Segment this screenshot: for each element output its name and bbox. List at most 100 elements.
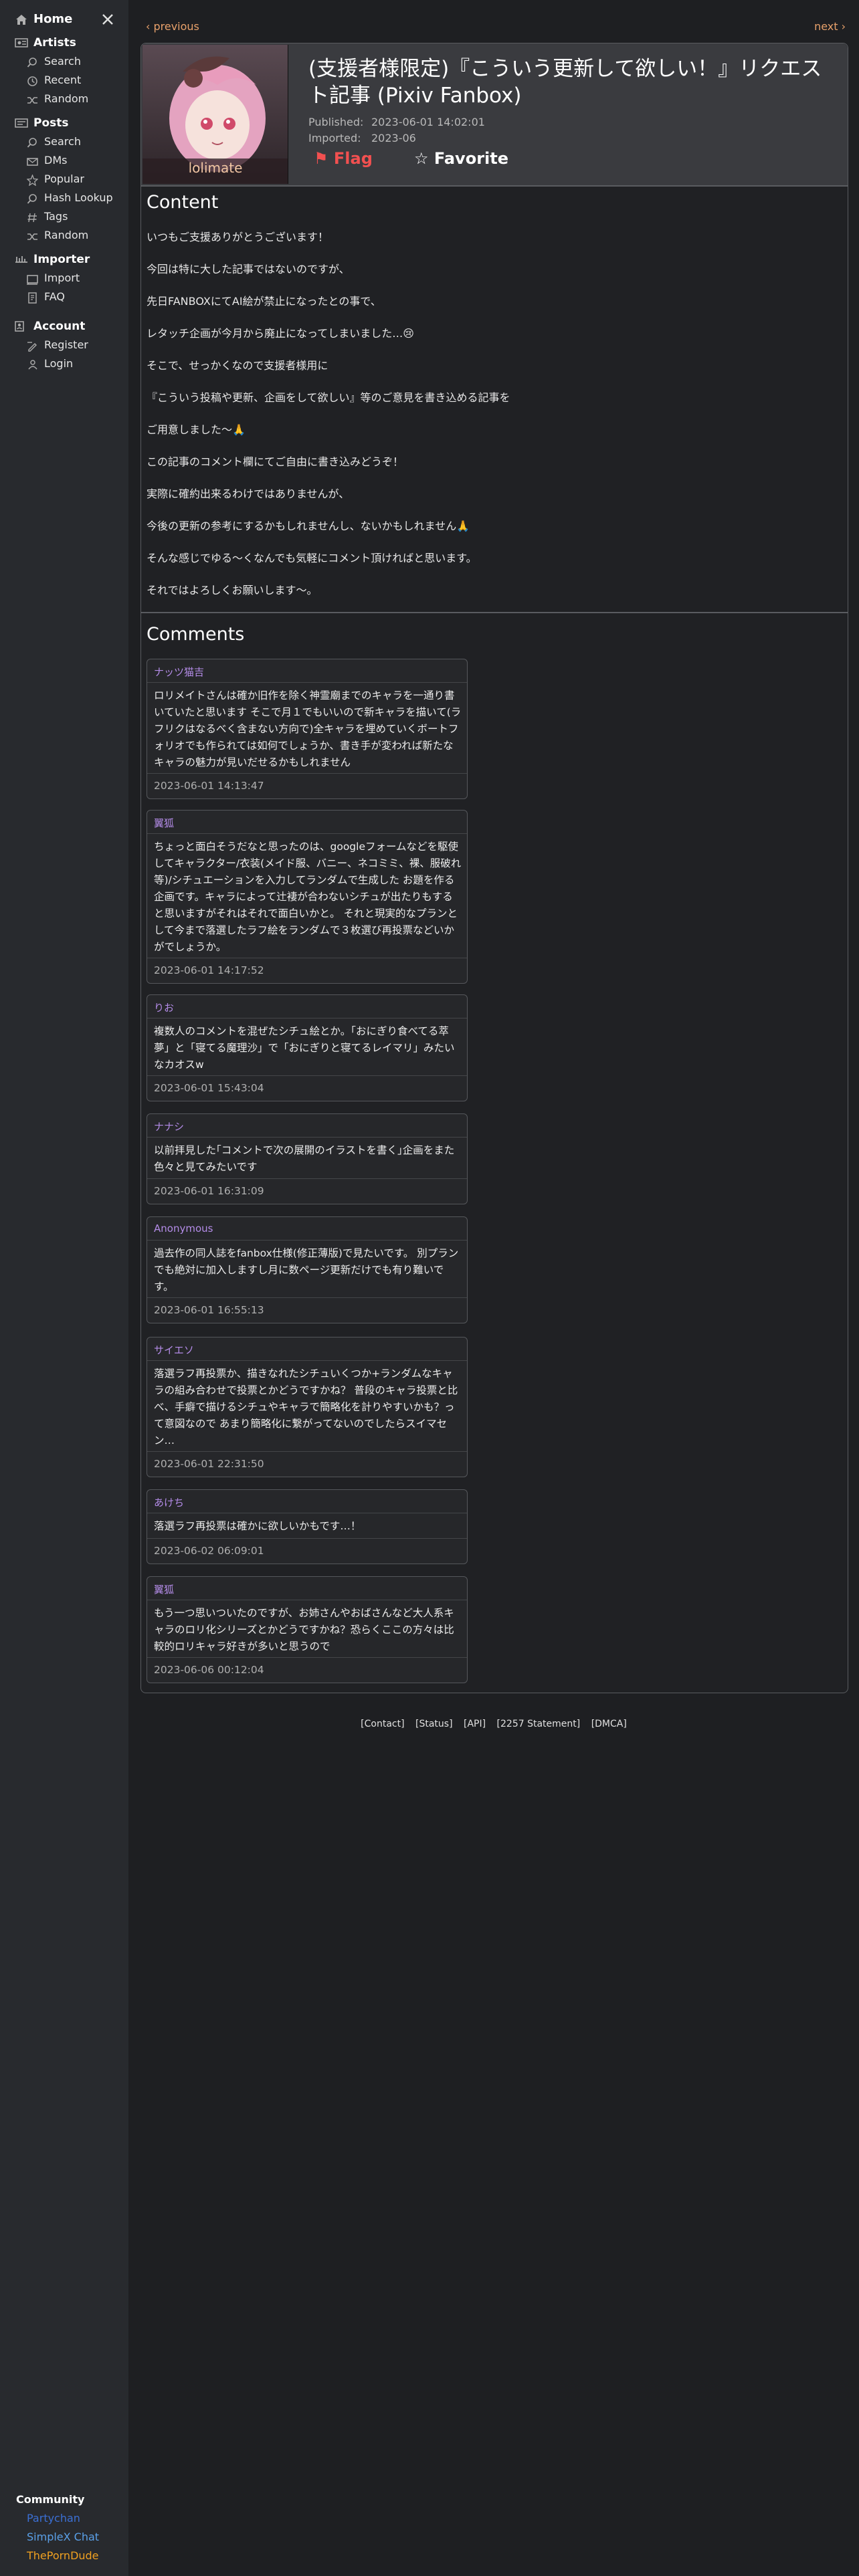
comment-date: 2023-06-01 16:31:09 (154, 1185, 264, 1197)
sidebar-item-posts-dms[interactable]: DMs (27, 154, 120, 170)
login-icon (28, 360, 37, 370)
comment-date: 2023-06-01 14:13:47 (154, 780, 264, 792)
register-icon (27, 342, 37, 352)
artist-avatar[interactable]: lolimate (142, 45, 288, 184)
search-icon (27, 194, 37, 204)
close-icon[interactable] (100, 12, 115, 27)
comment-divider (147, 1451, 467, 1452)
comment-body: ロリメイトさんは確か旧作を除く神霊廟までのキャラを一通り書いていたと思います そ… (154, 689, 462, 768)
content-paragraph: そこで、せっかくなので支援者様用に (147, 359, 328, 372)
comment-divider (147, 833, 467, 834)
sidebar-item-label: Import (44, 272, 80, 284)
comment-author[interactable]: 翼狐 (154, 816, 174, 830)
search-icon (27, 138, 37, 148)
favorite-button[interactable]: ☆ Favorite (414, 149, 508, 168)
comment-author[interactable]: Anonymous (154, 1222, 213, 1235)
sidebar-item-importer-faq[interactable]: FAQ (27, 290, 120, 306)
sidebar-section-importer-label: Importer (33, 253, 90, 266)
sidebar-item-label: Random (44, 92, 89, 105)
comment-author[interactable]: あけち (154, 1495, 184, 1509)
posts-icon (15, 118, 28, 128)
sidebar-item-account-login[interactable]: Login (27, 357, 120, 373)
content-paragraph: 『こういう投稿や更新、企画をして欲しい』等のご意見を書き込める記事を (147, 391, 510, 404)
sidebar-section-artists-label: Artists (33, 36, 76, 49)
importer-icon (15, 256, 27, 263)
imported-label: Imported: (308, 132, 361, 144)
content-paragraph: 先日FANBOXにてAI絵が禁止になったとの事で、 (147, 295, 381, 308)
comment-date: 2023-06-01 16:55:13 (154, 1304, 264, 1316)
sidebar-item-label: DMs (44, 154, 68, 167)
published-row: Published: 2023-06-01 14:02:01 (308, 116, 485, 128)
imported-value: 2023-06 (371, 132, 416, 144)
comment-divider (147, 1657, 467, 1658)
footer-contact-link[interactable]: [Contact] (361, 1719, 404, 1729)
comment-divider (147, 1240, 467, 1241)
footer-2257-link[interactable]: [2257 Statement] (497, 1719, 581, 1729)
sidebar-item-label: FAQ (44, 290, 65, 303)
popular-icon (27, 175, 38, 186)
comment-author[interactable]: りお (154, 1000, 174, 1014)
sidebar-item-posts-popular[interactable]: Popular (27, 173, 120, 189)
comment-body: ちょっと面白そうだなと思ったのは、googleフォームなどを駆使してキャラクター… (154, 841, 462, 953)
comment-author[interactable]: サイエソ (154, 1343, 194, 1357)
dms-icon (27, 158, 38, 166)
comment-divider (147, 1360, 467, 1361)
footer-dmca-link[interactable]: [DMCA] (591, 1719, 627, 1729)
footer-api-link[interactable]: [API] (464, 1719, 486, 1729)
sidebar-item-artists-recent[interactable]: Recent (27, 74, 120, 90)
sidebar-item-label: Popular (44, 173, 84, 185)
comment-author[interactable]: ナナシ (154, 1119, 184, 1134)
sidebar-item-importer-import[interactable]: Import (27, 272, 120, 288)
account-icon (15, 321, 24, 332)
content-paragraph: いつもご支援ありがとうございます！ (147, 231, 329, 243)
sidebar-item-artists-search[interactable]: Search (27, 55, 120, 71)
sidebar-item-posts-tags[interactable]: Tags (27, 210, 120, 226)
sidebar-item-label: Register (44, 338, 88, 351)
sidebar-item-label: Login (44, 357, 74, 370)
imported-row: Imported: 2023-06 (308, 132, 416, 144)
flag-button[interactable]: ⚑ Flag (314, 149, 373, 168)
recent-icon (27, 76, 37, 86)
community-heading: Community (16, 2493, 85, 2506)
content-paragraph: この記事のコメント欄にてご自由に書き込みどうぞ！ (147, 455, 404, 468)
comment: サイエソ 落選ラフ再投票か、描きなれたシチュいくつか+ランダムなキャラの組み合わ… (147, 1337, 468, 1477)
community-link-simplex[interactable]: SimpleX Chat (27, 2531, 99, 2543)
artists-icon (15, 38, 28, 47)
random-icon (27, 233, 37, 240)
comment: りお 複数人のコメントを混ぜたシチュ絵とか。「おにぎり食べてる萃夢」と「寝てる魔… (147, 994, 468, 1101)
next-link[interactable]: next › (814, 20, 846, 33)
comment: ナッツ猫吉 ロリメイトさんは確か旧作を除く神霊廟までのキャラを一通り書いていたと… (147, 659, 468, 799)
sidebar-section-posts-label: Posts (33, 116, 69, 130)
comment: あけち 落選ラフ再投票は確かに欲しいかもです…！ 2023-06-02 06:0… (147, 1489, 468, 1564)
content-paragraph: 実際に確約出来るわけではありませんが、 (147, 488, 350, 500)
published-label: Published: (308, 116, 364, 128)
sidebar-item-posts-hash-lookup[interactable]: Hash Lookup (27, 191, 120, 207)
artist-name[interactable]: lolimate (142, 160, 288, 176)
sidebar-item-label: Recent (44, 74, 82, 86)
community-link-theporndude[interactable]: ThePornDude (27, 2549, 99, 2562)
comment-divider (147, 1075, 467, 1076)
comment-divider (147, 1178, 467, 1179)
comment-divider (147, 1538, 467, 1539)
content-heading: Content (147, 192, 219, 213)
sidebar-item-account-register[interactable]: Register (27, 338, 120, 354)
sidebar-item-posts-random[interactable]: Random (27, 229, 120, 245)
sidebar-item-posts-search[interactable]: Search (27, 135, 120, 151)
comment-divider (147, 773, 467, 774)
community-link-partychan[interactable]: Partychan (27, 2512, 80, 2525)
sidebar-section-account-label: Account (33, 320, 86, 333)
sidebar: Home Artists Search Recent Random Posts … (0, 0, 128, 2576)
footer-status-link[interactable]: [Status] (415, 1719, 453, 1729)
sidebar-item-artists-random[interactable]: Random (27, 92, 120, 108)
home-icon (16, 15, 27, 25)
comment-author[interactable]: ナッツ猫吉 (154, 665, 204, 679)
comment-body: 落選ラフ再投票か、描きなれたシチュいくつか+ランダムなキャラの組み合わせで投票と… (154, 1368, 458, 1446)
content-paragraph: それではよろしくお願いします〜。 (147, 584, 318, 597)
previous-link[interactable]: ‹ previous (146, 20, 199, 33)
comment-author[interactable]: 翼狐 (154, 1582, 174, 1596)
main-content: ‹ previous next › lolimate (支援者様限定)『こういう… (128, 0, 859, 2576)
tag-icon (27, 213, 37, 223)
comment: Anonymous 過去作の同人誌をfanbox仕様(修正薄版)で見たいです。 … (147, 1216, 468, 1323)
comment-divider (147, 1297, 467, 1298)
post-card: lolimate (支援者様限定)『こういう更新して欲しい！』リクエスト記事 (… (140, 43, 848, 1693)
